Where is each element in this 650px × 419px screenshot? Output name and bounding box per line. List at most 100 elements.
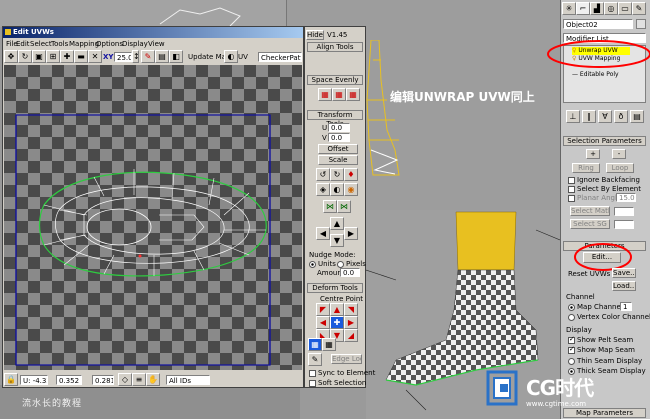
centre-c-icon[interactable]: ✚: [330, 316, 344, 329]
edge-loop-button[interactable]: Edge Loop: [331, 354, 362, 364]
centre-br-icon[interactable]: ◢: [344, 329, 358, 342]
space-v-icon[interactable]: ▦: [332, 88, 346, 101]
stack-item-editable-poly[interactable]: — Editable Poly: [572, 71, 630, 79]
xy-label[interactable]: XY: [103, 53, 113, 61]
motion-tab-icon[interactable]: ◎: [604, 2, 618, 15]
offset-button[interactable]: Offset: [318, 144, 358, 154]
select-by-element-checkbox[interactable]: Select By Element: [568, 185, 641, 193]
snap-icon[interactable]: ◇: [118, 373, 132, 386]
units-radio-dot[interactable]: [309, 260, 316, 268]
display-tab-icon[interactable]: ▭: [618, 2, 632, 15]
sync-to-element-checkbox[interactable]: Sync to Element: [309, 369, 375, 377]
pin-icon[interactable]: ♦: [344, 168, 358, 181]
freeform-tool-icon[interactable]: ⊞: [46, 50, 60, 63]
stitch-icon[interactable]: ◉: [344, 183, 358, 196]
ignore-backfacing-box[interactable]: [568, 176, 575, 184]
configure-sets-icon[interactable]: ▤: [630, 110, 644, 123]
show-pelt-seam-box[interactable]: [568, 335, 575, 344]
mirror-uv-icon[interactable]: ◐: [330, 183, 344, 196]
hierarchy-tab-icon[interactable]: ▟: [590, 2, 604, 15]
all-ids-select[interactable]: All IDs: [166, 375, 210, 385]
grow-button[interactable]: +: [586, 149, 600, 159]
planar-angle-field[interactable]: 15.0: [616, 193, 636, 202]
ring-button[interactable]: Ring: [572, 163, 600, 173]
ignore-backfacing-checkbox[interactable]: Ignore Backfacing: [568, 176, 640, 184]
checker-pattern-select[interactable]: CheckerPattern: [258, 52, 302, 62]
select-matid-button[interactable]: Select MatID: [570, 206, 610, 216]
centre-tr-icon[interactable]: ◥: [344, 303, 358, 316]
centre-tl-icon[interactable]: ◤: [316, 303, 330, 316]
loop-button[interactable]: Loop: [606, 163, 634, 173]
move-tool-icon[interactable]: ✥: [4, 50, 18, 63]
v-coordinate-field[interactable]: 0.352: [56, 375, 82, 385]
hide-button[interactable]: Hide: [306, 30, 324, 40]
space-evenly-rollout[interactable]: Space Evenly: [307, 75, 363, 85]
sketch-icon[interactable]: ▦: [322, 338, 336, 351]
show-map-seam-box[interactable]: [568, 345, 575, 354]
utilities-tab-icon[interactable]: ✎: [632, 2, 646, 15]
v-offset-field[interactable]: 0.0: [328, 133, 350, 142]
paint-tool-icon[interactable]: ✎: [141, 50, 155, 63]
planar-angle-checkbox[interactable]: Planar Angle: [568, 194, 621, 202]
modify-tab-icon[interactable]: ⌐: [576, 2, 590, 15]
sync-to-element-box[interactable]: [309, 369, 316, 377]
object-name-field[interactable]: Object02: [563, 19, 633, 29]
planar-angle-box[interactable]: [568, 194, 575, 202]
load-button[interactable]: Load...: [612, 281, 636, 291]
centre-t-icon[interactable]: ▲: [330, 303, 344, 316]
mirror-v-icon[interactable]: ⋈: [337, 200, 351, 213]
map-channel-field[interactable]: 1: [620, 302, 632, 311]
pin-stack-icon[interactable]: ⊥: [566, 110, 580, 123]
scale-tool-icon[interactable]: ▣: [32, 50, 46, 63]
menu-select[interactable]: Select: [30, 40, 52, 48]
pixels-radio-dot[interactable]: [337, 260, 344, 268]
nudge-up-icon[interactable]: ▲: [330, 217, 344, 230]
u-offset-field[interactable]: 0.0: [328, 123, 350, 132]
texture-icon[interactable]: ◐: [224, 50, 238, 63]
units-radio[interactable]: Units: [309, 260, 336, 268]
relax-icon[interactable]: ▦: [308, 338, 322, 351]
rotate-ccw-icon[interactable]: ↺: [316, 168, 330, 181]
nudge-left-icon[interactable]: ◀: [316, 227, 330, 240]
mirror-tool-icon[interactable]: ✚: [60, 50, 74, 63]
deform-tools-rollout[interactable]: Deform Tools: [307, 283, 363, 293]
menu-view[interactable]: View: [148, 40, 165, 48]
align-tools-rollout[interactable]: Align Tools: [307, 42, 363, 52]
menu-mapping[interactable]: Mapping: [69, 40, 99, 48]
zoom-field[interactable]: 25.0: [114, 52, 132, 62]
centre-l-icon[interactable]: ◀: [316, 316, 330, 329]
menu-display[interactable]: Display: [122, 40, 148, 48]
select-tool-icon[interactable]: ◧: [169, 50, 183, 63]
map-channel-radio-dot[interactable]: [568, 303, 575, 311]
amount-field[interactable]: 0.0: [340, 268, 360, 277]
reset-uvws-label[interactable]: Reset UVWs: [568, 270, 610, 278]
scale-button[interactable]: Scale: [318, 155, 358, 165]
object-color-swatch[interactable]: [636, 19, 646, 29]
break-tool-icon[interactable]: ▬: [74, 50, 88, 63]
flip-icon[interactable]: ◈: [316, 183, 330, 196]
rotate-tool-icon[interactable]: ↻: [18, 50, 32, 63]
nudge-right-icon[interactable]: ▶: [344, 227, 358, 240]
thin-seam-display-dot[interactable]: [568, 357, 575, 365]
uv-axis-label[interactable]: UV: [238, 53, 248, 61]
lock-tool-icon[interactable]: ▤: [155, 50, 169, 63]
pixels-radio[interactable]: Pixels: [337, 260, 366, 268]
spinner-icon[interactable]: ↕: [132, 50, 140, 63]
select-sg-button[interactable]: Select SG: [570, 219, 610, 229]
menu-tools[interactable]: Tools: [51, 40, 68, 48]
pan-icon[interactable]: ✋: [146, 373, 160, 386]
rotate-cw-icon[interactable]: ↻: [330, 168, 344, 181]
soft-selection-box[interactable]: [309, 379, 316, 387]
make-unique-icon[interactable]: ∀: [598, 110, 612, 123]
nudge-down-icon[interactable]: ▼: [330, 234, 344, 247]
brush-icon[interactable]: ✎: [308, 353, 322, 366]
create-tab-icon[interactable]: ✳: [562, 2, 576, 15]
sg-field[interactable]: [614, 220, 634, 229]
uv-canvas[interactable]: [4, 65, 302, 370]
thin-seam-display-radio[interactable]: Thin Seam Display: [568, 357, 642, 365]
menu-edit[interactable]: Edit: [16, 40, 30, 48]
select-by-element-box[interactable]: [568, 185, 575, 193]
map-channel-radio[interactable]: Map Channel:: [568, 303, 625, 311]
save-button[interactable]: Save...: [612, 268, 636, 278]
show-map-seam-checkbox[interactable]: Show Map Seam: [568, 345, 635, 354]
